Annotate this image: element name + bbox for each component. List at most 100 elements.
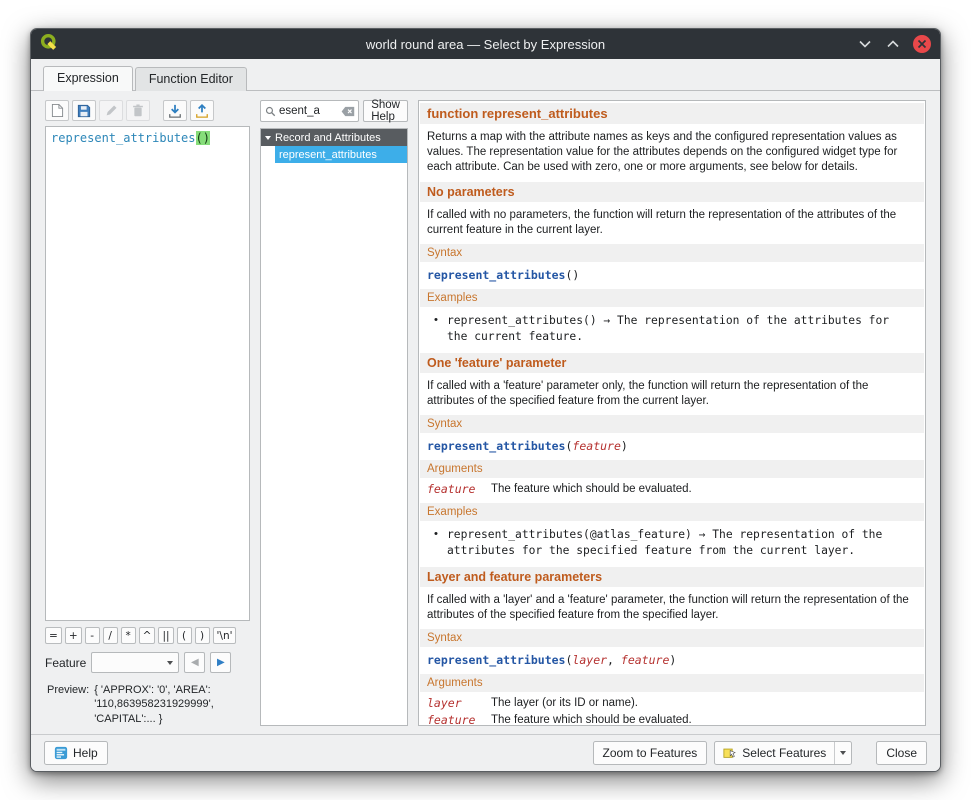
syntax-fn: represent_attributes [427,268,565,282]
section-title-no-parameters: No parameters [420,182,924,202]
select-by-expression-dialog: world round area — Select by Expression … [30,28,941,772]
section-title-layer-feature: Layer and feature parameters [420,567,924,587]
next-feature-button[interactable]: ▶ [210,652,231,673]
syntax-comma: , [607,653,621,667]
syntax-fn: represent_attributes [427,653,565,667]
tree-indent [261,146,275,163]
maximize-button[interactable] [885,36,901,52]
show-help-button[interactable]: Show Help [363,100,408,122]
section-desc: If called with a 'layer' and a 'feature'… [420,588,924,628]
delete-expression-button[interactable] [126,100,150,121]
operator-button[interactable]: ^ [139,627,156,644]
argument-name: feature [427,482,491,496]
syntax-code: represent_attributes(layer, feature) [420,648,924,673]
syntax-arg: layer [572,653,607,667]
desktop-background: world round area — Select by Expression … [0,0,971,800]
argument-desc: The feature which should be evaluated. [491,482,917,497]
dialog-content: represent_attributes() = + - / * ^ || ( … [31,91,940,734]
close-button[interactable]: Close [876,741,927,765]
operator-button[interactable]: / [103,627,118,644]
function-search-box[interactable] [260,100,359,122]
section-title-one-feature: One 'feature' parameter [420,353,924,373]
operator-buttons: = + - / * ^ || ( ) '\n' [45,627,250,644]
import-expression-button[interactable] [163,100,187,121]
argument-row: layer The layer (or its ID or name). [427,695,917,712]
argument-name: feature [427,713,491,726]
arguments-table: layer The layer (or its ID or name). fea… [420,693,924,726]
preview-value: { 'APPROX': '0', 'AREA': '110,8639582319… [94,683,244,726]
operator-button[interactable]: - [85,627,100,644]
preview-label: Preview: [47,684,89,696]
feature-label: Feature [45,656,86,670]
operator-button[interactable]: = [45,627,62,644]
operator-button[interactable]: '\n' [213,627,237,644]
function-help-panel[interactable]: function represent_attributes Returns a … [418,100,926,726]
syntax-label: Syntax [420,415,924,433]
section-desc: If called with a 'feature' parameter onl… [420,374,924,414]
window-title: world round area — Select by Expression [31,37,940,52]
select-features-dropdown[interactable] [834,742,851,764]
close-window-button[interactable] [913,35,931,53]
operator-button[interactable]: + [65,627,82,644]
expression-function-name: represent_attributes [51,131,196,145]
select-features-split-button: Select Features [714,741,852,765]
expression-toolbar [45,100,250,121]
tab-function-editor[interactable]: Function Editor [135,67,247,91]
zoom-to-features-button[interactable]: Zoom to Features [593,741,708,765]
argument-desc: The layer (or its ID or name). [491,696,917,711]
argument-desc: The feature which should be evaluated. [491,713,917,726]
example-item: represent_attributes() → The representat… [420,308,924,352]
zoom-to-features-label: Zoom to Features [603,746,698,760]
expression-text-editor[interactable]: represent_attributes() [45,126,250,621]
help-button-label: Help [73,746,98,760]
previous-feature-button[interactable]: ◀ [184,652,205,673]
syntax-code: represent_attributes(feature) [420,434,924,459]
syntax-code: represent_attributes() [420,263,924,288]
argument-row: feature The feature which should be eval… [427,712,917,726]
operator-button[interactable]: ) [195,627,210,644]
select-features-button[interactable]: Select Features [715,742,834,764]
help-title: function represent_attributes [420,103,924,124]
tree-item-represent-attributes[interactable]: represent_attributes [275,146,407,163]
operator-button[interactable]: * [121,627,136,644]
export-expression-button[interactable] [190,100,214,121]
collapse-triangle-icon[interactable] [265,136,271,140]
expression-open-paren: ( [196,131,203,145]
section-desc: If called with no parameters, the functi… [420,203,924,243]
chevron-down-icon [840,751,846,755]
clear-search-icon[interactable] [341,106,355,117]
function-search-input[interactable] [279,105,341,117]
arguments-table: feature The feature which should be eval… [420,479,924,502]
expression-close-paren: ) [203,131,210,145]
arguments-label: Arguments [420,674,924,692]
tab-expression[interactable]: Expression [43,66,133,91]
arguments-label: Arguments [420,460,924,478]
operator-button[interactable]: || [158,627,173,644]
save-expression-button[interactable] [72,100,96,121]
syntax-close-paren: ) [621,439,628,453]
titlebar[interactable]: world round area — Select by Expression [31,29,940,59]
syntax-arg: feature [621,653,669,667]
feature-combobox[interactable] [91,652,179,673]
syntax-close-paren: ) [669,653,676,667]
new-expression-button[interactable] [45,100,69,121]
function-tree: Record and Attributes represent_attribut… [260,128,408,726]
help-icon [54,746,68,760]
preview-row: Preview: { 'APPROX': '0', 'AREA': '110,8… [45,683,250,726]
examples-label: Examples [420,503,924,521]
expression-panel: represent_attributes() = + - / * ^ || ( … [45,100,250,726]
operator-button[interactable]: ( [177,627,192,644]
tab-bar: Expression Function Editor [31,59,940,91]
edit-expression-button[interactable] [99,100,123,121]
close-button-label: Close [886,746,917,760]
syntax-label: Syntax [420,629,924,647]
syntax-label: Syntax [420,244,924,262]
select-features-label: Select Features [742,746,826,760]
help-button[interactable]: Help [44,741,108,765]
shade-button[interactable] [857,36,873,52]
example-item: represent_attributes(@atlas_feature) → T… [420,522,924,566]
tree-group-record-attributes[interactable]: Record and Attributes [261,129,407,146]
tree-group-label: Record and Attributes [275,132,381,144]
qgis-logo-icon [40,33,58,56]
argument-row: feature The feature which should be eval… [427,481,917,498]
